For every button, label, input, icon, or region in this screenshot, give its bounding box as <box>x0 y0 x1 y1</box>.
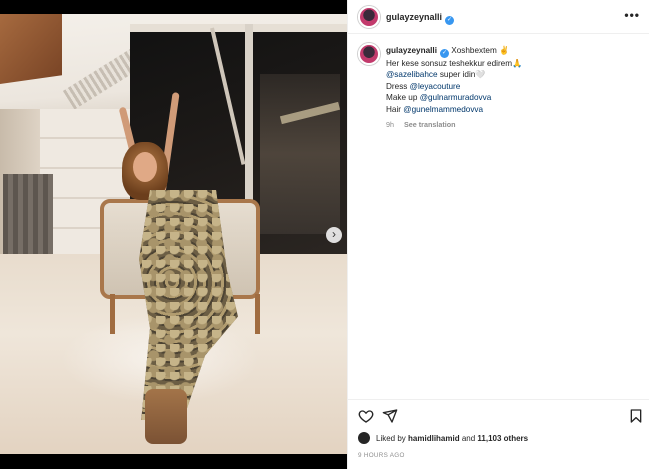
caption-line: Her kese sonsuz teshekkur edirem🙏 <box>386 59 523 68</box>
post-header: gulayzeynalli ✓ ••• <box>348 0 649 34</box>
likes-count-link[interactable]: 11,103 others <box>477 434 528 443</box>
liker-username[interactable]: hamidlihamid <box>408 434 460 443</box>
caption-text: super idin🤍 <box>437 70 486 80</box>
post-sidebar: gulayzeynalli ✓ ••• gulayzeynalli ✓ Xoshbe… <box>347 0 649 469</box>
verified-badge-icon: ✓ <box>439 49 449 58</box>
caption-username[interactable]: gulayzeynalli <box>386 46 437 55</box>
chevron-right-icon[interactable]: › <box>326 227 342 243</box>
caption-text: Dress <box>386 81 410 91</box>
avatar[interactable] <box>358 6 380 28</box>
avatar[interactable] <box>358 43 380 65</box>
post-timestamp[interactable]: 9 HOURS AGO <box>358 452 405 459</box>
verified-badge-icon: ✓ <box>445 16 455 25</box>
post-age: 9h <box>386 120 394 130</box>
post-photo[interactable] <box>0 14 347 454</box>
caption-meta: 9h See translation <box>386 119 641 130</box>
caption-text: Make up <box>386 93 420 103</box>
caption-text: Hair <box>386 104 404 114</box>
mention-link[interactable]: @leyacouture <box>410 82 461 91</box>
avatar[interactable] <box>358 432 370 444</box>
heart-icon[interactable] <box>358 408 374 424</box>
see-translation-button[interactable]: See translation <box>404 120 456 129</box>
bookmark-icon[interactable] <box>628 408 644 424</box>
mention-link[interactable]: @gulnarmuradovva <box>420 93 492 102</box>
post-media[interactable]: › <box>0 0 347 469</box>
caption-line: Xoshbextem ✌️ <box>451 46 510 55</box>
mention-link[interactable]: @sazelibahce <box>386 70 438 79</box>
author-username[interactable]: gulayzeynalli ✓ <box>386 12 455 25</box>
mention-link[interactable]: @gunelmammedovva <box>403 105 483 114</box>
likes-summary: Liked by hamidlihamid and 11,103 others <box>358 432 528 444</box>
post-actions <box>348 399 649 431</box>
more-options-icon[interactable]: ••• <box>624 8 640 22</box>
share-icon[interactable] <box>382 408 398 424</box>
